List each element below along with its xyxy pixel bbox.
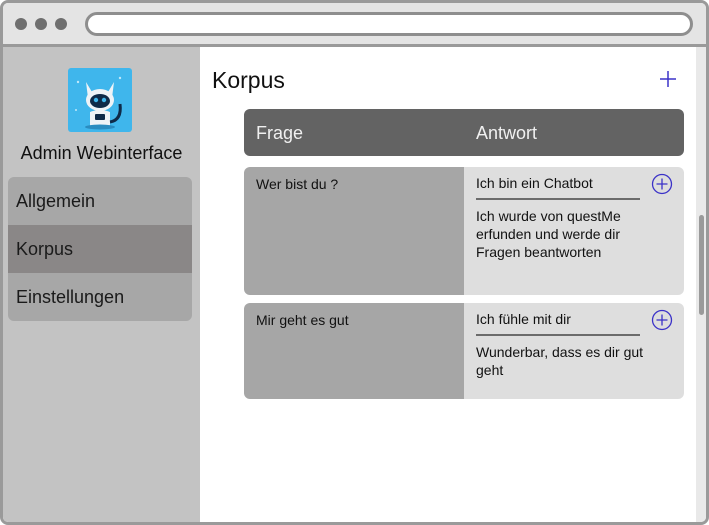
sidebar-item-allgemein[interactable]: Allgemein xyxy=(8,177,192,225)
app-title: Admin Webinterface xyxy=(20,143,183,163)
answer-cell: Ich fühle mit dir Wunderbar, dass es dir… xyxy=(464,303,684,399)
column-header-frage: Frage xyxy=(256,123,304,143)
window-control-dot[interactable] xyxy=(35,18,47,30)
question-cell[interactable]: Mir geht es gut xyxy=(244,303,464,399)
add-answer-button[interactable] xyxy=(651,309,673,331)
sidebar-item-einstellungen[interactable]: Einstellungen xyxy=(8,273,192,321)
main-content: Korpus Frage Antwort Wer bist du ? Ich b… xyxy=(200,47,696,522)
question-cell[interactable]: Wer bist du ? xyxy=(244,167,464,295)
column-header-antwort: Antwort xyxy=(476,123,538,143)
sidebar: Admin Webinterface Allgemein Korpus Eins… xyxy=(3,47,200,522)
table-row: Wer bist du ? Ich bin ein Chatbot Ich wu… xyxy=(244,167,684,295)
scrollbar-thumb[interactable] xyxy=(699,215,704,315)
alternative-answer-text[interactable]: Ich wurde von questMe erfunden und werde… xyxy=(476,207,646,261)
sidebar-nav: Allgemein Korpus Einstellungen xyxy=(8,177,192,321)
window-control-dot[interactable] xyxy=(15,18,27,30)
plus-icon xyxy=(660,71,676,87)
sidebar-item-korpus[interactable]: Korpus xyxy=(8,225,192,273)
cat-robot-logo-icon xyxy=(68,68,132,132)
address-bar[interactable] xyxy=(85,12,693,36)
circle-plus-icon xyxy=(651,173,673,195)
answer-text[interactable]: Ich bin ein Chatbot xyxy=(476,175,640,200)
window-control-dot[interactable] xyxy=(55,18,67,30)
add-answer-button[interactable] xyxy=(651,173,673,195)
table-row: Mir geht es gut Ich fühle mit dir Wunder… xyxy=(244,303,684,399)
alternative-answer-text[interactable]: Wunderbar, dass es dir gut geht xyxy=(476,343,646,379)
circle-plus-icon xyxy=(651,309,673,331)
browser-window: Admin Webinterface Allgemein Korpus Eins… xyxy=(0,0,709,525)
answer-text[interactable]: Ich fühle mit dir xyxy=(476,311,640,336)
table-header: Frage Antwort xyxy=(244,109,684,156)
answer-cell: Ich bin ein Chatbot Ich wurde von questM… xyxy=(464,167,684,295)
browser-titlebar xyxy=(3,3,706,47)
page-title: Korpus xyxy=(212,67,285,93)
vertical-scrollbar[interactable] xyxy=(696,47,706,522)
add-entry-button[interactable] xyxy=(658,69,678,89)
